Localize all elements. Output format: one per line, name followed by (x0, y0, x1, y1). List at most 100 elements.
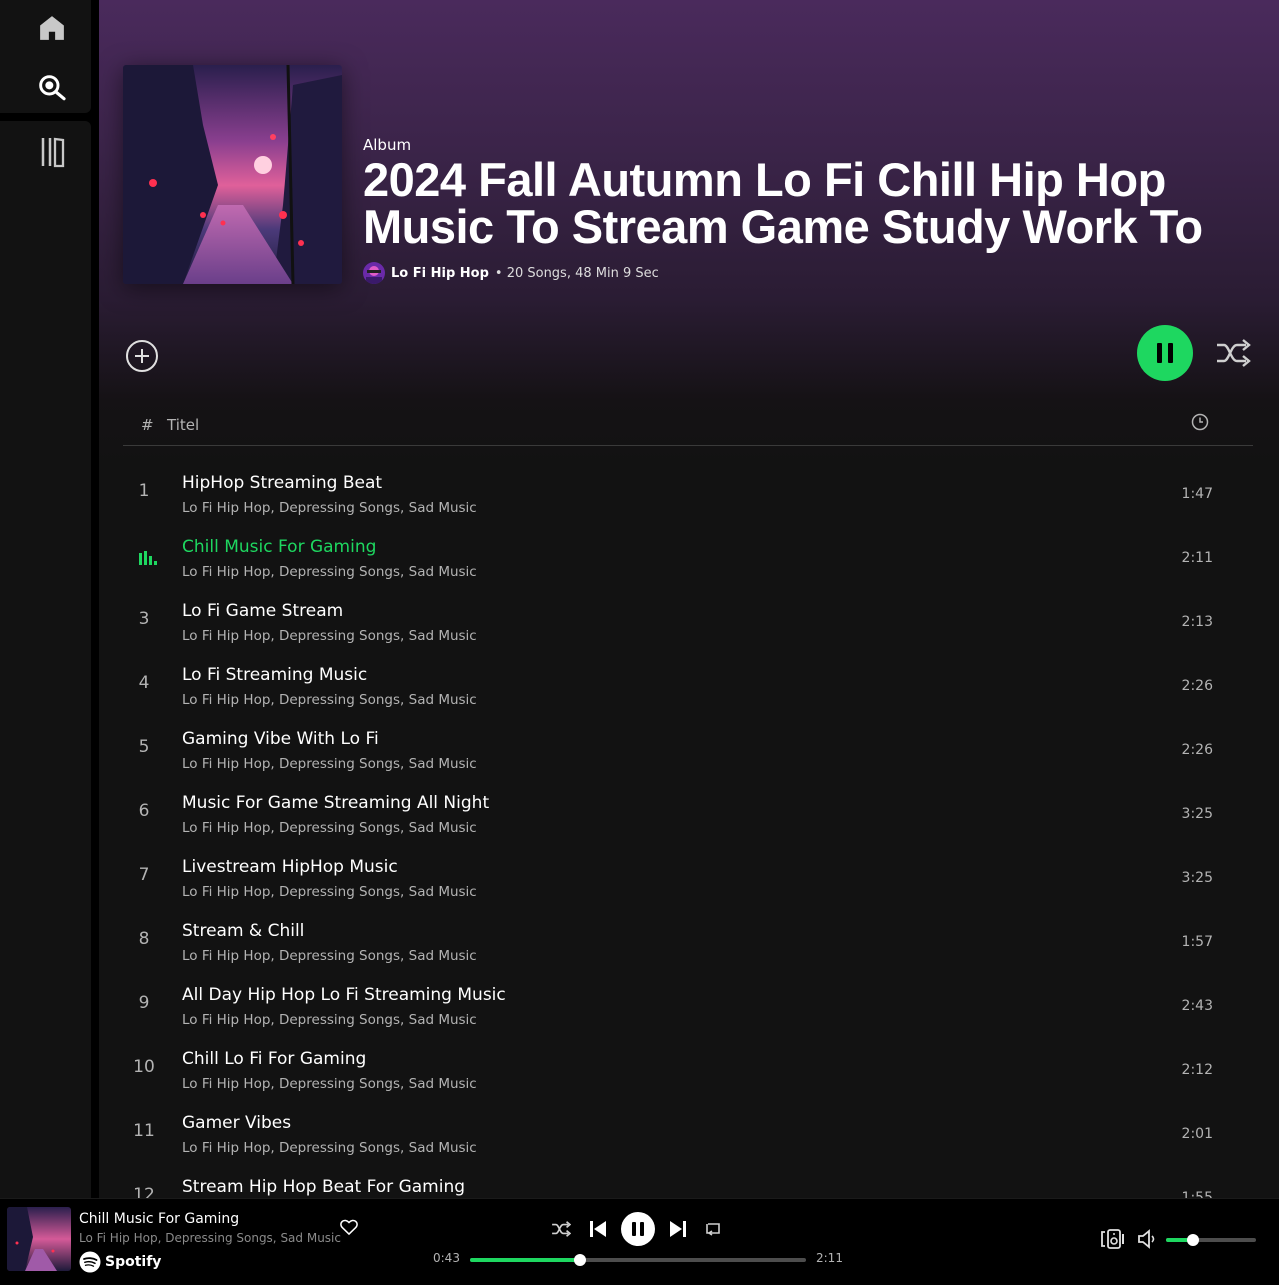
track-duration: 3:25 (1181, 806, 1213, 822)
next-button[interactable] (667, 1218, 689, 1240)
tracklist: 1 HipHop Streaming Beat Lo Fi Hip Hop, Dep… (123, 462, 1253, 1198)
now-playing-title[interactable]: Chill Music For Gaming (79, 1211, 239, 1227)
track-title[interactable]: HipHop Streaming Beat (182, 473, 382, 493)
track-artists[interactable]: Lo Fi Hip Hop, Depressing Songs, Sad Mus… (182, 1140, 477, 1156)
album-stats: • 20 Songs, 48 Min 9 Sec (494, 265, 659, 281)
track-title[interactable]: Music For Game Streaming All Night (182, 793, 489, 813)
track-title[interactable]: Stream & Chill (182, 921, 304, 941)
equalizer-icon (139, 551, 157, 565)
heart-icon (340, 1219, 358, 1236)
next-icon (670, 1221, 686, 1237)
repeat-icon (706, 1223, 720, 1236)
track-duration: 1:47 (1181, 486, 1213, 502)
track-number: 4 (138, 673, 150, 693)
pause-icon (1157, 343, 1173, 363)
track-row-playing[interactable]: Chill Music For Gaming Lo Fi Hip Hop, Dep… (123, 526, 1253, 590)
volume-icon (1138, 1229, 1155, 1249)
track-artists[interactable]: Lo Fi Hip Hop, Depressing Songs, Sad Mus… (182, 1076, 477, 1092)
track-artists[interactable]: Lo Fi Hip Hop, Depressing Songs, Sad Mus… (182, 884, 477, 900)
progress-bar[interactable] (470, 1254, 806, 1266)
track-row[interactable]: 8 Stream & Chill Lo Fi Hip Hop, Depressing… (123, 910, 1253, 974)
add-to-library-button[interactable] (125, 339, 159, 373)
album-meta: Lo Fi Hip Hop • 20 Songs, 48 Min 9 Sec (363, 262, 659, 284)
track-duration: 2:01 (1181, 1126, 1213, 1142)
track-title[interactable]: Chill Music For Gaming (182, 537, 376, 557)
track-duration: 2:13 (1181, 614, 1213, 630)
track-title[interactable]: Lo Fi Game Stream (182, 601, 343, 621)
track-row[interactable]: 4 Lo Fi Streaming Music Lo Fi Hip Hop, Dep… (123, 654, 1253, 718)
shuffle-icon (1217, 339, 1251, 367)
track-number: 5 (138, 737, 150, 757)
album-type-label: Album (363, 136, 412, 154)
track-number: 11 (133, 1121, 155, 1141)
track-title[interactable]: Gamer Vibes (182, 1113, 291, 1133)
volume-handle[interactable] (1187, 1234, 1199, 1246)
play-pause-button[interactable] (1137, 325, 1193, 381)
track-duration: 1:57 (1181, 934, 1213, 950)
track-row[interactable]: 5 Gaming Vibe With Lo Fi Lo Fi Hip Hop, De… (123, 718, 1253, 782)
elapsed-time: 0:43 (433, 1251, 460, 1265)
spotify-logo-icon (79, 1251, 101, 1273)
pause-icon (632, 1222, 644, 1236)
track-title[interactable]: Livestream HipHop Music (182, 857, 398, 877)
now-playing-bar: Chill Music For Gaming Lo Fi Hip Hop, De… (0, 1198, 1279, 1285)
track-number: 8 (138, 929, 150, 949)
repeat-button[interactable] (702, 1219, 724, 1239)
sidebar-nav (0, 0, 91, 113)
track-title[interactable]: Lo Fi Streaming Music (182, 665, 367, 685)
player-pause-button[interactable] (621, 1212, 655, 1246)
track-artists[interactable]: Lo Fi Hip Hop, Depressing Songs, Sad Mus… (182, 948, 477, 964)
progress-handle[interactable] (574, 1254, 587, 1266)
track-row[interactable]: 11 Gamer Vibes Lo Fi Hip Hop, Depressing S… (123, 1102, 1253, 1166)
search-icon[interactable] (36, 72, 68, 104)
track-number: 3 (138, 609, 150, 629)
track-artists[interactable]: Lo Fi Hip Hop, Depressing Songs, Sad Mus… (182, 692, 477, 708)
previous-button[interactable] (587, 1218, 609, 1240)
column-number: # (141, 416, 154, 434)
like-button[interactable] (339, 1217, 359, 1237)
volume-slider[interactable] (1166, 1234, 1256, 1246)
track-artists[interactable]: Lo Fi Hip Hop, Depressing Songs, Sad Mus… (182, 628, 477, 644)
shuffle-button[interactable] (1215, 338, 1251, 368)
track-duration: 2:26 (1181, 742, 1213, 758)
track-duration: 2:11 (1181, 550, 1213, 566)
shuffle-button[interactable] (550, 1219, 572, 1239)
track-artists[interactable]: Lo Fi Hip Hop, Depressing Songs, Sad Mus… (182, 756, 477, 772)
brand-name: Spotify (105, 1254, 162, 1270)
track-row[interactable]: 6 Music For Game Streaming All Night Lo Fi… (123, 782, 1253, 846)
library-icon[interactable] (36, 135, 68, 169)
track-number: 12 (133, 1185, 155, 1198)
track-row[interactable]: 3 Lo Fi Game Stream Lo Fi Hip Hop, Depress… (123, 590, 1253, 654)
track-duration: 3:25 (1181, 870, 1213, 886)
track-row[interactable]: 10 Chill Lo Fi For Gaming Lo Fi Hip Hop, D… (123, 1038, 1253, 1102)
spotify-brand: Spotify (79, 1251, 161, 1273)
album-title: 2024 Fall Autumn Lo Fi Chill Hip Hop Mus… (363, 153, 1203, 253)
add-circle-icon (126, 340, 158, 372)
track-artists[interactable]: Lo Fi Hip Hop, Depressing Songs, Sad Mus… (182, 564, 477, 580)
artist-link[interactable]: Lo Fi Hip Hop (391, 266, 489, 281)
shuffle-icon (552, 1221, 571, 1237)
track-row[interactable]: 7 Livestream HipHop Music Lo Fi Hip Hop, D… (123, 846, 1253, 910)
clock-icon (1191, 413, 1209, 435)
track-row[interactable]: 12 Stream Hip Hop Beat For Gaming 1:55 (123, 1166, 1253, 1198)
track-duration: 2:26 (1181, 678, 1213, 694)
track-title[interactable]: Chill Lo Fi For Gaming (182, 1049, 366, 1069)
now-playing-cover[interactable] (7, 1207, 71, 1271)
artist-avatar[interactable] (363, 262, 385, 284)
volume-button[interactable] (1136, 1227, 1160, 1251)
track-artists[interactable]: Lo Fi Hip Hop, Depressing Songs, Sad Mus… (182, 820, 477, 836)
home-icon[interactable] (36, 12, 68, 44)
track-row[interactable]: 1 HipHop Streaming Beat Lo Fi Hip Hop, Dep… (123, 462, 1253, 526)
track-title[interactable]: All Day Hip Hop Lo Fi Streaming Music (182, 985, 506, 1005)
track-duration: 1:55 (1181, 1190, 1213, 1198)
track-duration: 2:12 (1181, 1062, 1213, 1078)
track-title[interactable]: Stream Hip Hop Beat For Gaming (182, 1177, 465, 1197)
devices-button[interactable] (1100, 1227, 1126, 1251)
track-artists[interactable]: Lo Fi Hip Hop, Depressing Songs, Sad Mus… (182, 1012, 477, 1028)
track-duration: 2:43 (1181, 998, 1213, 1014)
sidebar-library (0, 121, 91, 1198)
track-artists[interactable]: Lo Fi Hip Hop, Depressing Songs, Sad Mus… (182, 500, 477, 516)
track-row[interactable]: 9 All Day Hip Hop Lo Fi Streaming Music Lo… (123, 974, 1253, 1038)
track-title[interactable]: Gaming Vibe With Lo Fi (182, 729, 379, 749)
now-playing-artists[interactable]: Lo Fi Hip Hop, Depressing Songs, Sad Mus… (79, 1231, 341, 1245)
